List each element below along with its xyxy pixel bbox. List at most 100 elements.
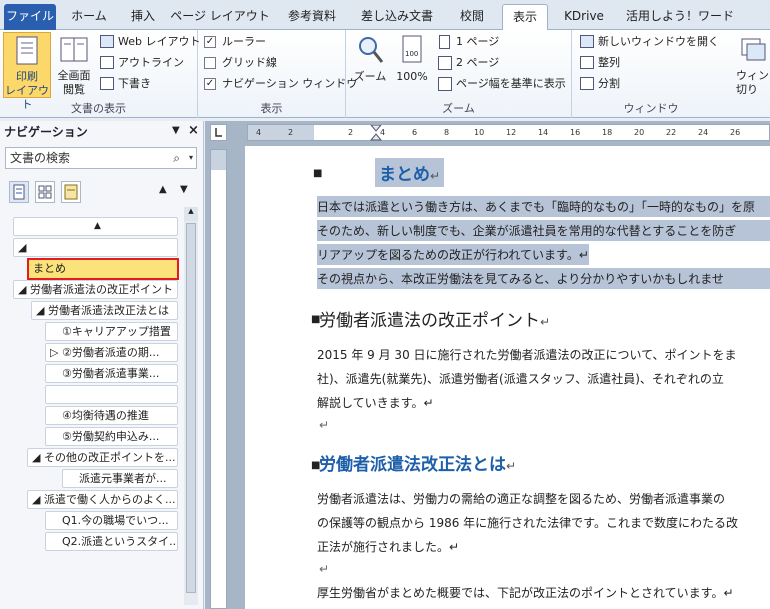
- document-page[interactable]: ■ まとめ↵ 日本では派遣という働き方は、あくまでも「臨時的なもの」「一時的なも…: [245, 146, 770, 609]
- paragraph-mark: ↵: [449, 540, 460, 554]
- outline-item[interactable]: Q1.今の職場でいつ...: [45, 511, 178, 530]
- outline-item-matome[interactable]: まとめ: [27, 258, 179, 280]
- scroll-up-icon[interactable]: ▲: [184, 207, 198, 221]
- gridlines-checkbox[interactable]: グリッド線: [202, 54, 277, 72]
- paragraph-mark: ↵: [540, 315, 551, 329]
- para3-text: 正法が施行されました。: [317, 540, 450, 554]
- ruler-label: ルーラー: [222, 35, 266, 48]
- outline-item[interactable]: ①キャリアアップ措置: [45, 322, 178, 341]
- tab-file[interactable]: ファイル: [4, 4, 56, 30]
- one-page-icon: [439, 35, 450, 49]
- outline-item[interactable]: ◢ 労働者派遣法改正法とは: [31, 301, 178, 320]
- full-screen-reading-button[interactable]: 全画面 閲覧: [53, 32, 95, 98]
- tab-page-layout[interactable]: ページ レイアウト: [168, 4, 272, 30]
- nav-scrollbar[interactable]: ▲: [184, 207, 198, 605]
- outline-item[interactable]: ◢: [13, 238, 178, 257]
- paragraph-mark: ↵: [430, 169, 441, 183]
- outline-item[interactable]: ③労働者派遣事業...: [45, 364, 178, 383]
- tab-insert[interactable]: 挿入: [120, 4, 166, 30]
- close-icon[interactable]: ×: [188, 123, 199, 138]
- outline-item-label: 労働者派遣法の改正ポイント: [29, 283, 173, 296]
- group-label-window: ウィンドウ: [623, 102, 679, 115]
- search-input[interactable]: 文書の検索 ⌕ ▾: [5, 147, 197, 169]
- ruler-checkbox[interactable]: ✓ ルーラー: [202, 33, 266, 51]
- outline-item[interactable]: ◢ 派遣で働く人からのよく...: [27, 490, 178, 509]
- nav-pane-checkbox[interactable]: ✓ ナビゲーション ウィンドウ: [202, 75, 357, 93]
- print-layout-button[interactable]: 印刷 レイアウト: [3, 32, 51, 111]
- switch-windows-button[interactable]: ウィン 切り: [736, 32, 770, 98]
- horizontal-ruler[interactable]: 4 2 2 4 6 8 10 12 14 16 18 20 22 24 26: [247, 124, 770, 141]
- tab-pages[interactable]: [35, 181, 55, 203]
- nav-pane-check-icon: ✓: [204, 78, 216, 90]
- outline-item-label: Q2.派遣というスタイ...: [62, 535, 178, 548]
- outline-item[interactable]: Q2.派遣というスタイ...: [45, 532, 178, 551]
- outline-item[interactable]: 派遣元事業者が...: [62, 469, 178, 488]
- arrange-icon: [580, 56, 594, 69]
- next-heading-icon[interactable]: ▼: [180, 184, 188, 195]
- tab-katsuyo[interactable]: 活用しよう！ワード: [620, 4, 740, 30]
- ribbon-tabs: ファイル ホーム 挿入 ページ レイアウト 参考資料 差し込み文書 校閲 表示 …: [0, 0, 770, 30]
- group-label-zoom: ズーム: [442, 102, 475, 115]
- zoom-100-button[interactable]: 100 100%: [392, 32, 432, 98]
- outline-item[interactable]: ④均衡待遇の推進: [45, 406, 178, 425]
- vruler-margin: [211, 150, 226, 170]
- paragraph-mark: ↵: [578, 248, 589, 262]
- tab-kdrive[interactable]: KDrive: [552, 4, 616, 30]
- para3-line: 労働者派遣法は、労働力の需給の適正な調整を図るため、労働者派遣事業の: [317, 492, 726, 506]
- draft-button[interactable]: 下書き: [98, 75, 151, 93]
- search-dropdown-icon[interactable]: ▾: [189, 148, 193, 168]
- outline-button[interactable]: アウトライン: [98, 54, 184, 72]
- tab-view[interactable]: 表示: [502, 4, 548, 30]
- one-page-label: 1 ページ: [456, 35, 500, 48]
- group-document-views: 印刷 レイアウト 全画面 閲覧 Web レイアウト アウトライン 下書き 文書の…: [0, 30, 200, 118]
- tab-review[interactable]: 校閲: [444, 4, 500, 30]
- split-button[interactable]: 分割: [578, 75, 620, 93]
- outline-item-label: ①キャリアアップ措置: [62, 325, 171, 338]
- scroll-thumb[interactable]: [186, 223, 196, 593]
- tab-home[interactable]: ホーム: [60, 4, 118, 30]
- para2-line: 2015 年 9 月 30 日に施行された労働者派遣法の改正について、ポイントを…: [317, 348, 737, 362]
- ribbon: 印刷 レイアウト 全画面 閲覧 Web レイアウト アウトライン 下書き 文書の…: [0, 30, 770, 118]
- tab-references[interactable]: 参考資料: [274, 4, 350, 30]
- group-show: ✓ ルーラー グリッド線 ✓ ナビゲーション ウィンドウ 表示: [198, 30, 357, 118]
- nav-pane-label: ナビゲーション ウィンドウ: [222, 77, 358, 90]
- two-pages-button[interactable]: 2 ページ: [436, 54, 499, 72]
- print-layout-icon: [16, 36, 38, 65]
- paragraph-mark: ↵: [423, 396, 434, 410]
- zoom-button[interactable]: ズーム: [350, 32, 390, 98]
- outline-item[interactable]: ◢ その他の改正ポイントを...: [27, 448, 178, 467]
- para2-text: 解説していきます。: [317, 396, 424, 410]
- outline-item-label: その他の改正ポイントを...: [43, 451, 176, 464]
- gridlines-check-icon: [204, 57, 216, 69]
- tab-mailings[interactable]: 差し込み文書: [352, 4, 442, 30]
- tab-headings[interactable]: [9, 181, 29, 203]
- indent-marker-icon[interactable]: [370, 125, 382, 141]
- web-layout-button[interactable]: Web レイアウト: [98, 33, 200, 51]
- svg-text:100: 100: [405, 50, 418, 58]
- previous-heading-icon[interactable]: ▲: [159, 184, 167, 195]
- pages-icon: [38, 185, 52, 199]
- two-pages-icon: [438, 56, 452, 70]
- ruler-tick: 4: [256, 128, 262, 137]
- para1-text: リアアップを図るための改正が行われています。: [317, 248, 579, 262]
- ruler-tick: 20: [634, 128, 645, 137]
- page-width-icon: [438, 77, 452, 91]
- new-window-button[interactable]: 新しいウィンドウを開く: [578, 33, 719, 51]
- tab-selector[interactable]: [210, 124, 227, 141]
- para2-line: 解説していきます。↵: [317, 394, 434, 411]
- page-width-button[interactable]: ページ幅を基準に表示: [436, 75, 566, 93]
- search-icon[interactable]: ⌕: [173, 148, 180, 168]
- nav-menu-dropdown-icon[interactable]: ▼: [172, 125, 180, 136]
- outline-item[interactable]: ⑤労働契約申込み...: [45, 427, 178, 446]
- arrange-button[interactable]: 整列: [578, 54, 620, 72]
- one-page-button[interactable]: 1 ページ: [436, 33, 499, 51]
- heading-text: 労働者派遣法の改正ポイント: [319, 311, 540, 331]
- outline-item[interactable]: ▷ ②労働者派遣の期...: [45, 343, 178, 362]
- tab-results[interactable]: [61, 181, 81, 203]
- outline-item-label: ②労働者派遣の期...: [61, 346, 160, 359]
- outline-item[interactable]: [45, 385, 178, 404]
- outline-item[interactable]: ◢ 労働者派遣法の改正ポイント: [13, 280, 178, 299]
- heading-text: まとめ: [379, 165, 430, 185]
- vertical-ruler[interactable]: [210, 149, 227, 609]
- outline-collapse-top[interactable]: ▲: [13, 217, 178, 236]
